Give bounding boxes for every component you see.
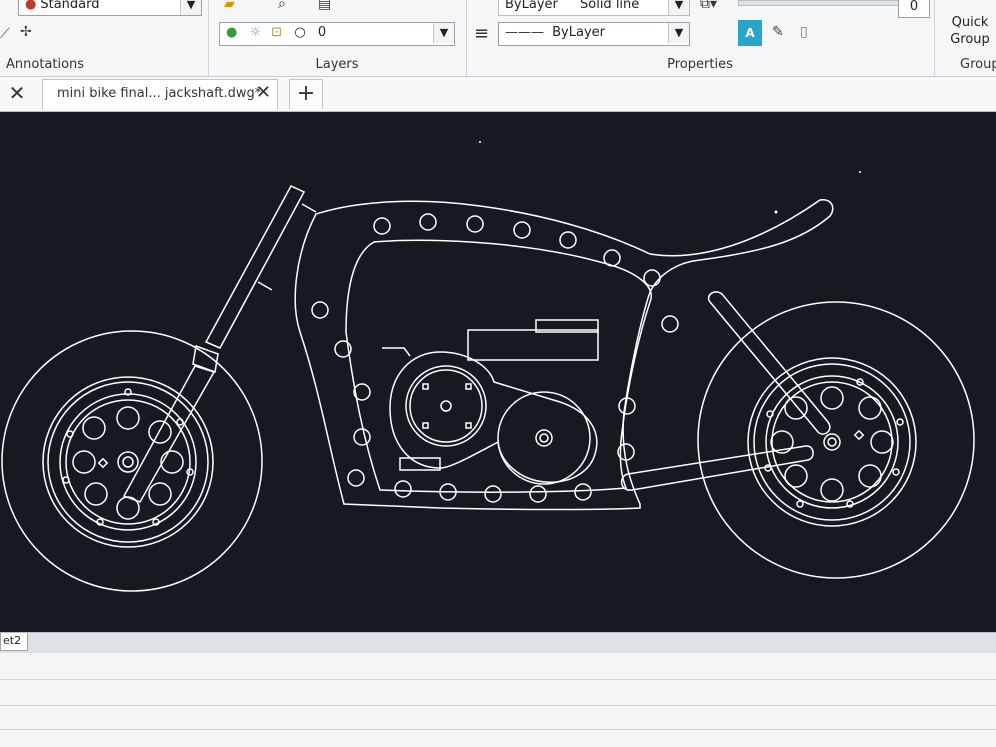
panel-label-group: Group (960, 57, 996, 72)
list-icon[interactable]: ▯ (800, 24, 808, 40)
new-tab-button[interactable]: + (289, 79, 323, 109)
layer-search-icon[interactable]: ⌕ (278, 0, 286, 12)
transparency-value[interactable]: 0 (898, 0, 930, 18)
engine (382, 319, 599, 485)
panel-label-properties: Properties (667, 57, 733, 72)
transparency-number: 0 (909, 0, 919, 14)
annotations-panel: ● Standard ▼ ⟋ ✢ Annotations (0, 0, 209, 76)
brush-icon[interactable]: ✎ (772, 24, 784, 40)
layer-states-icon[interactable]: ▤ (318, 0, 331, 12)
panel-label-annotations: Annotations (6, 57, 85, 72)
color-value: ByLayer (505, 0, 558, 12)
close-tab-icon[interactable]: ✕ (256, 82, 271, 103)
add-leader-icon[interactable]: ✢ (20, 24, 32, 40)
layer-name: 0 (317, 25, 327, 40)
transparency-slider[interactable] (738, 0, 900, 6)
panel-label-layers: Layers (315, 57, 359, 72)
linetype-value: Solid line (580, 0, 640, 12)
divider (0, 679, 996, 680)
text-style-dropdown[interactable]: ● Standard ▼ (18, 0, 202, 16)
color-linetype-dropdown[interactable]: ByLayer Solid line ▼ (498, 0, 690, 16)
command-area[interactable] (0, 653, 996, 747)
document-title: mini bike final... jackshaft.dwg* (57, 86, 262, 101)
line-sample-icon: ——— (505, 25, 544, 40)
layout-tab-strip: et2 (0, 632, 996, 653)
layer-lock-icon: ⊡ (271, 25, 283, 40)
chevron-down-icon: ▼ (433, 23, 454, 43)
rear-wheel (697, 301, 975, 579)
layer-properties-icon[interactable]: ▰ (224, 0, 235, 12)
layer-on-icon: ● (226, 25, 238, 40)
divider (0, 705, 996, 706)
quick-group-button[interactable]: Quick Group (942, 14, 996, 48)
lineweight-dropdown[interactable]: ——— ByLayer ▼ (498, 22, 690, 46)
text-style-value: Standard (40, 0, 100, 12)
leader-icon[interactable]: ⟋ (0, 26, 10, 42)
chevron-down-icon: ▼ (180, 0, 201, 15)
canvas-dots (479, 141, 861, 214)
front-wheel (1, 330, 263, 592)
groups-panel: Quick Group Group (934, 0, 996, 76)
close-icon[interactable]: ✕ (6, 81, 28, 105)
lineweight-value: ByLayer (552, 25, 605, 40)
front-fork (122, 185, 317, 503)
tab-active-document[interactable]: mini bike final... jackshaft.dwg* ✕ (42, 79, 278, 109)
divider (0, 729, 996, 730)
rear-suspension (620, 291, 831, 491)
text-color-icon[interactable]: A (738, 20, 762, 46)
match-properties-icon[interactable]: ⧉▾ (700, 0, 717, 12)
layer-freeze-icon: ☼ (249, 25, 262, 40)
ribbon: ● Standard ▼ ⟋ ✢ Annotations ▰ ⌕ ▤ ● ☼ ⊡ … (0, 0, 996, 77)
layer-dropdown[interactable]: ● ☼ ⊡ ○ 0 ▼ (219, 22, 455, 46)
chevron-down-icon: ▼ (668, 23, 689, 43)
drawing-canvas[interactable] (0, 112, 996, 632)
chevron-down-icon: ▼ (668, 0, 689, 15)
text-style-icon: ● (25, 0, 37, 12)
frame (294, 199, 834, 511)
layer-color-icon: ○ (294, 25, 306, 40)
tab-layout[interactable]: et2 (0, 633, 28, 651)
document-tab-bar: ✕ mini bike final... jackshaft.dwg* ✕ + (0, 77, 996, 112)
drawing-svg (1, 141, 975, 592)
layers-panel: ▰ ⌕ ▤ ● ☼ ⊡ ○ 0 ▼ Layers (208, 0, 467, 76)
properties-panel: ByLayer Solid line ▼ ⧉▾ 0 ≡ ——— ByLayer … (466, 0, 935, 76)
lineweight-icon[interactable]: ≡ (474, 24, 489, 44)
